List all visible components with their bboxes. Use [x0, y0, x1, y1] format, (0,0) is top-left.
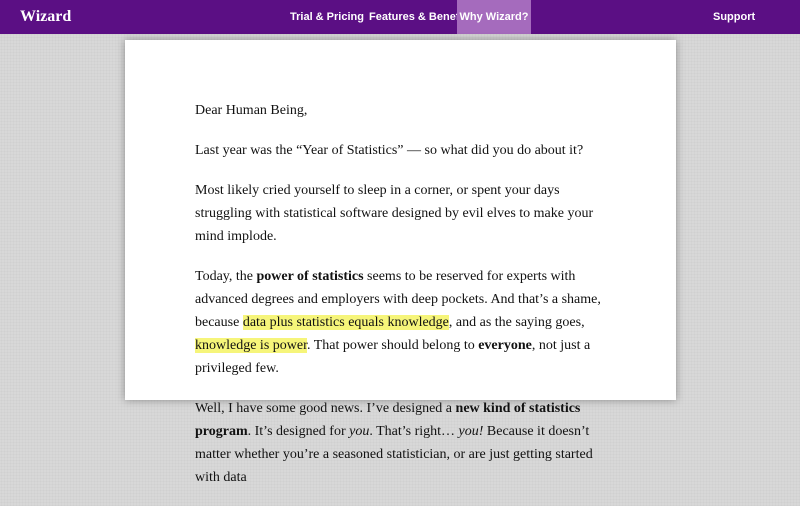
letter-content: Dear Human Being, Last year was the “Yea…	[195, 99, 605, 506]
paragraph-1: Last year was the “Year of Statistics” —…	[195, 143, 584, 158]
nav-why-wizard[interactable]: Why Wizard?	[457, 0, 531, 34]
text-segment: Today, the	[195, 269, 257, 284]
italic-you-exclaim: you!	[458, 424, 484, 439]
text-segment: , and as the saying goes,	[448, 315, 585, 330]
top-nav: Wizard Trial & Pricing Features & Benefi…	[0, 0, 800, 34]
text-segment: Well, I have some good news. I’ve design…	[195, 401, 456, 416]
highlight-data-plus-statistics: data plus statistics equals knowledge	[242, 315, 449, 330]
text-segment: . That’s right…	[369, 424, 459, 439]
brand-logo[interactable]: Wizard	[20, 0, 71, 34]
highlight-knowledge-is-power: knowledge is power	[195, 338, 307, 353]
salutation: Dear Human Being,	[195, 103, 308, 118]
bold-everyone: everyone	[478, 338, 532, 353]
paragraph-2: Most likely cried yourself to sleep in a…	[195, 183, 594, 244]
text-segment: . That power should belong to	[306, 338, 479, 353]
bold-power-of-statistics: power of statistics	[256, 269, 364, 284]
paragraph-4: Well, I have some good news. I’ve design…	[195, 397, 605, 489]
letter-page: Dear Human Being, Last year was the “Yea…	[125, 40, 676, 485]
nav-support[interactable]: Support	[702, 0, 766, 34]
italic-you: you	[349, 424, 370, 439]
paragraph-3: Today, the power of statistics seems to …	[195, 265, 605, 380]
text-segment: . It’s designed for	[247, 424, 350, 439]
